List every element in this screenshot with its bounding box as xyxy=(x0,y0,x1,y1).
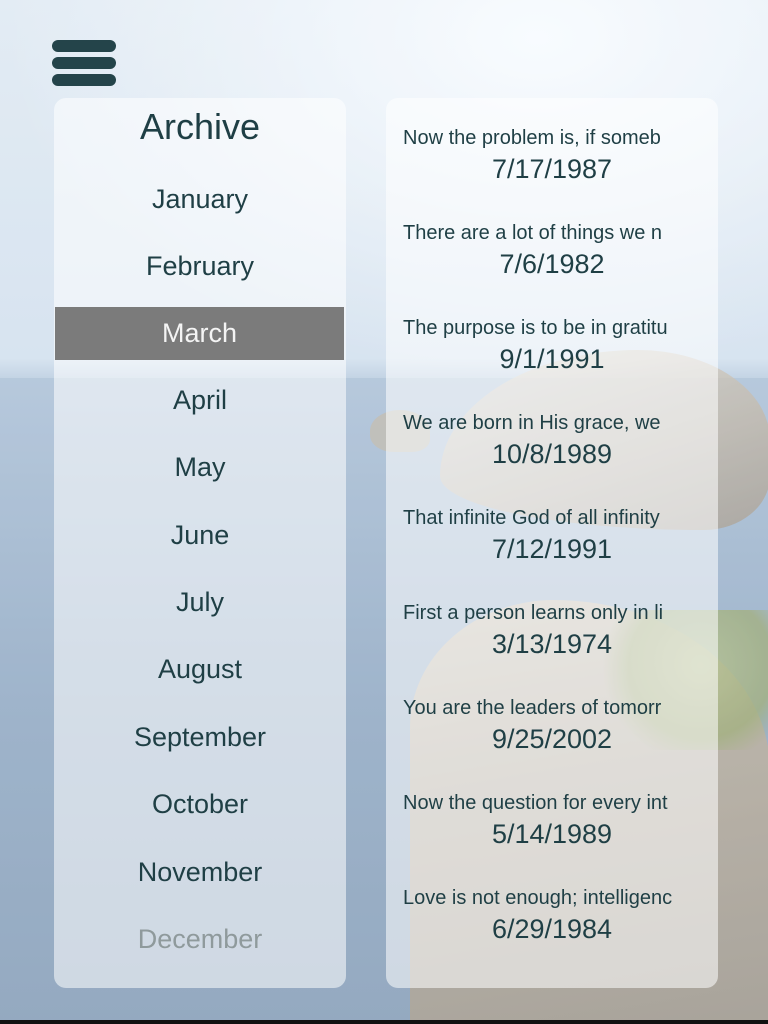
quote-list-item[interactable]: The purpose is to be in gratitu 9/1/1991 xyxy=(386,314,718,409)
quote-date: 7/17/1987 xyxy=(491,154,613,184)
menu-bar xyxy=(52,74,116,86)
quote-list-item[interactable]: Love is not enough; intelligenc 6/29/198… xyxy=(386,884,718,979)
month-item-october[interactable]: October xyxy=(54,771,346,838)
quote-list-item[interactable]: Now the question for every int 5/14/1989 xyxy=(386,789,718,884)
menu-bar xyxy=(52,57,116,69)
archive-title: Archive xyxy=(139,106,261,147)
month-item-june[interactable]: June xyxy=(54,502,346,569)
quote-date: 5/14/1989 xyxy=(491,819,613,849)
menu-bar xyxy=(52,40,116,52)
quote-list-item[interactable]: First a person learns only in li 3/13/19… xyxy=(386,599,718,694)
quote-text: We are born in His grace, we xyxy=(403,412,661,434)
quote-text: That infinite God of all infinity xyxy=(403,507,660,529)
quote-text: You are the leaders of tomorr xyxy=(403,697,662,719)
month-item-november[interactable]: November xyxy=(54,839,346,906)
quote-list-item[interactable]: We are born in His grace, we 10/8/1989 xyxy=(386,409,718,504)
month-list: January February March April May June Ju… xyxy=(54,166,346,973)
month-item-january[interactable]: January xyxy=(54,166,346,233)
archive-panel: Archive January February March April May… xyxy=(54,98,346,988)
month-item-august[interactable]: August xyxy=(54,636,346,703)
quote-date: 7/6/1982 xyxy=(499,249,605,279)
month-item-march[interactable]: March xyxy=(55,306,344,360)
quote-date: 6/29/1984 xyxy=(491,914,613,944)
hamburger-menu-icon[interactable] xyxy=(52,38,116,88)
quote-list-item[interactable]: Now the problem is, if someb 7/17/1987 xyxy=(386,124,718,219)
quote-text: Love is not enough; intelligenc xyxy=(403,887,673,909)
quote-text: Now the problem is, if someb xyxy=(403,127,661,149)
month-item-april[interactable]: April xyxy=(54,367,346,434)
bottom-edge xyxy=(0,1020,768,1024)
quote-text: There are a lot of things we n xyxy=(403,222,663,244)
quote-date: 9/25/2002 xyxy=(491,724,613,754)
quote-text: First a person learns only in li xyxy=(403,602,664,624)
quote-text: The purpose is to be in gratitu xyxy=(403,317,668,339)
quote-date: 9/1/1991 xyxy=(499,344,605,374)
month-item-december[interactable]: December xyxy=(54,906,346,973)
quote-list: Now the problem is, if someb 7/17/1987 T… xyxy=(386,124,718,979)
month-item-july[interactable]: July xyxy=(54,569,346,636)
quote-text: Now the question for every int xyxy=(403,792,668,814)
quote-date: 7/12/1991 xyxy=(491,534,613,564)
quote-list-item[interactable]: There are a lot of things we n 7/6/1982 xyxy=(386,219,718,314)
quote-list-item[interactable]: You are the leaders of tomorr 9/25/2002 xyxy=(386,694,718,789)
quote-list-item[interactable]: That infinite God of all infinity 7/12/1… xyxy=(386,504,718,599)
quotes-panel: Now the problem is, if someb 7/17/1987 T… xyxy=(386,98,718,988)
month-item-february[interactable]: February xyxy=(54,233,346,300)
month-item-may[interactable]: May xyxy=(54,434,346,501)
quote-date: 10/8/1989 xyxy=(491,439,613,469)
month-item-september[interactable]: September xyxy=(54,704,346,771)
app-screen: Archive January February March April May… xyxy=(0,0,768,1024)
quote-date: 3/13/1974 xyxy=(491,629,613,659)
